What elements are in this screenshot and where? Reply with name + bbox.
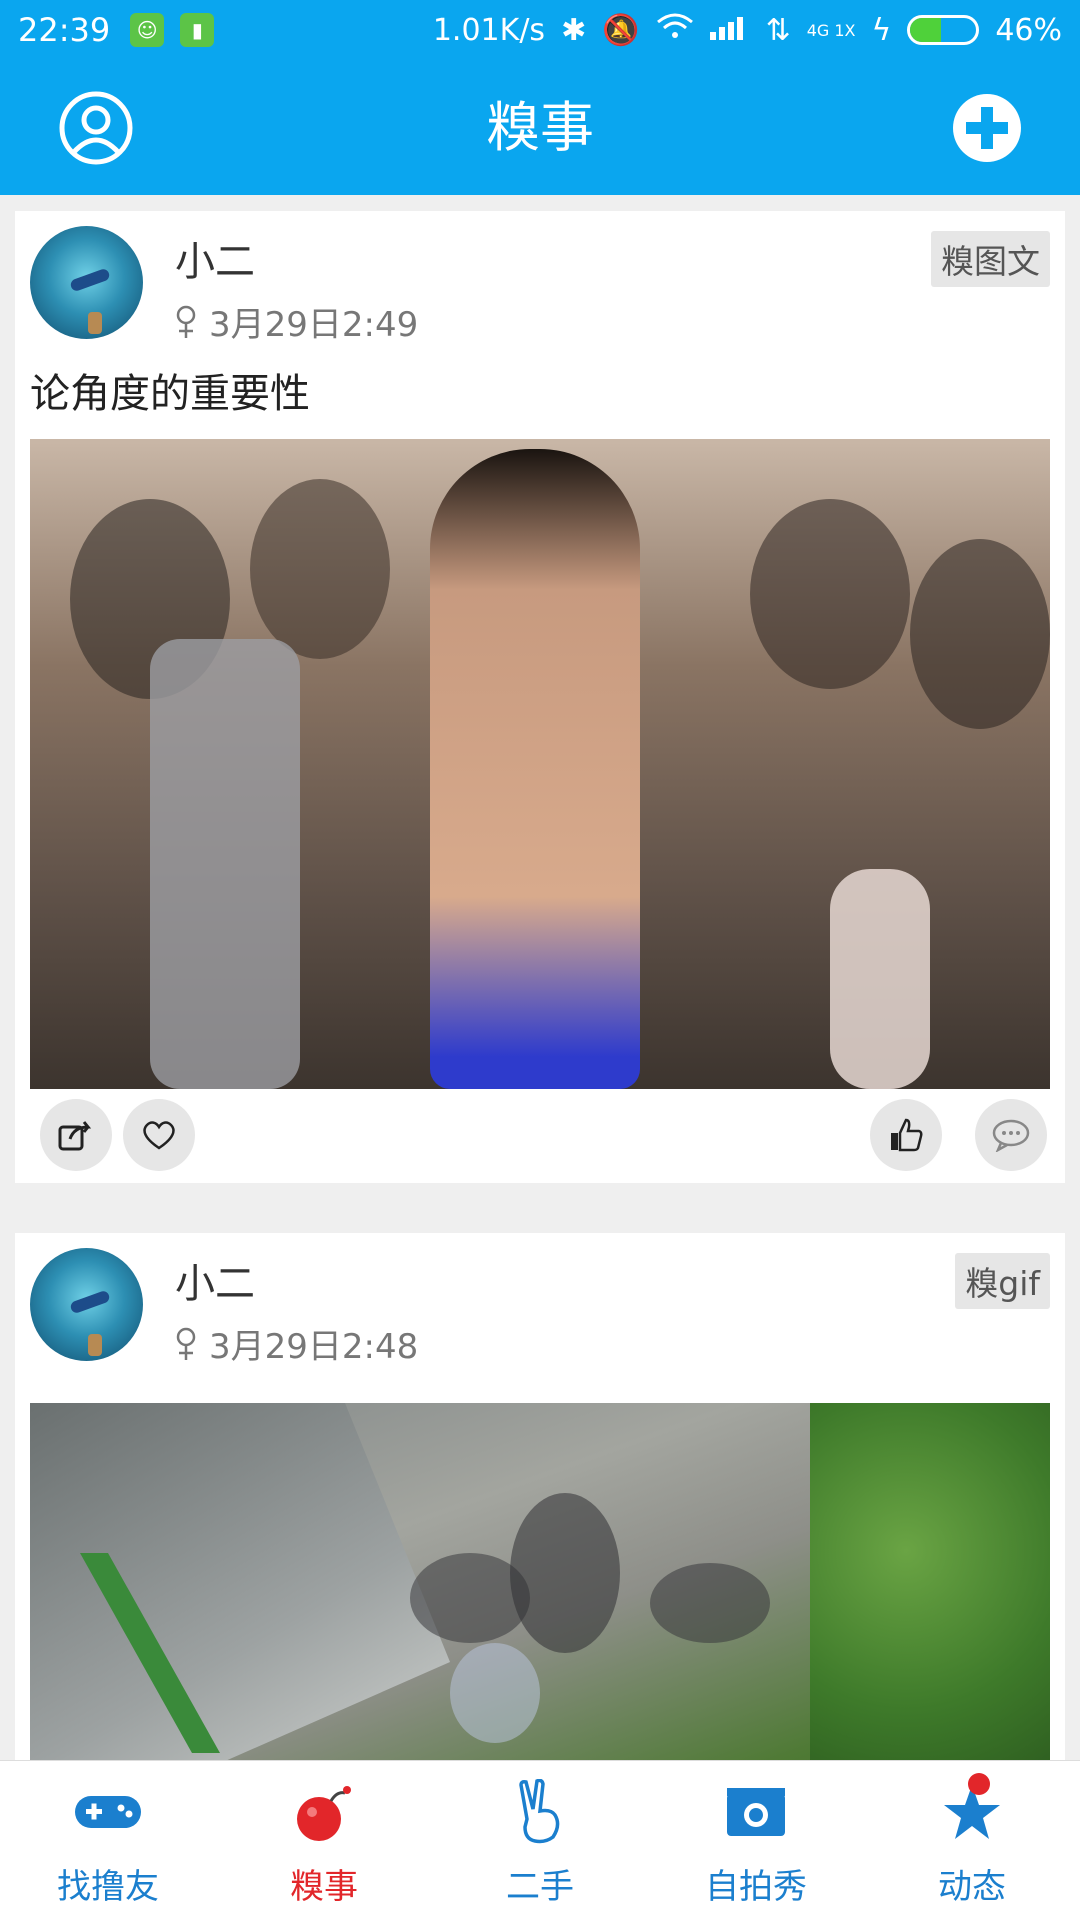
post-title[interactable]: 论角度的重要性 xyxy=(30,361,310,419)
post-meta: 3月29日2:48 xyxy=(175,1319,418,1368)
female-icon xyxy=(176,1327,196,1360)
charging-icon: ϟ xyxy=(871,12,892,48)
bomb-icon xyxy=(287,1779,361,1845)
nav-label: 动态 xyxy=(938,1867,1006,1907)
post-username[interactable]: 小二 xyxy=(175,1251,255,1309)
nav-item-qiushi[interactable]: 糗事 xyxy=(216,1761,432,1920)
post-username[interactable]: 小二 xyxy=(175,229,255,287)
post-category-tag[interactable]: 糗图文 xyxy=(931,231,1050,287)
notification-badge xyxy=(968,1773,990,1795)
wifi-icon xyxy=(656,12,694,48)
avatar[interactable] xyxy=(30,1248,143,1361)
app-bar: 糗事 xyxy=(0,60,1080,195)
mute-icon: 🔕 xyxy=(602,12,640,48)
peace-hand-icon xyxy=(503,1779,577,1845)
nav-label: 找撸友 xyxy=(57,1867,159,1907)
post-card[interactable]: 小二 3月29日2:49 糗图文 论角度的重要性 xyxy=(15,211,1065,1183)
network-speed: 1.01K/s xyxy=(432,12,546,48)
bluetooth-icon: ✱ xyxy=(561,12,587,48)
post-time: 3月29日2:48 xyxy=(209,1327,419,1367)
nav-item-second-hand[interactable]: 二手 xyxy=(432,1761,648,1920)
comment-icon[interactable] xyxy=(975,1099,1047,1171)
nav-item-activity[interactable]: 动态 xyxy=(864,1761,1080,1920)
post-category-tag[interactable]: 糗gif xyxy=(955,1253,1050,1309)
avatar[interactable] xyxy=(30,226,143,339)
like-icon[interactable] xyxy=(870,1099,942,1171)
share-icon[interactable] xyxy=(40,1099,112,1171)
add-icon[interactable] xyxy=(952,93,1022,163)
battery-notification-icon: ▮ xyxy=(180,13,215,47)
post-card[interactable]: 小二 3月29日2:48 糗gif xyxy=(15,1233,1065,1760)
status-time: 22:39 xyxy=(18,11,111,49)
nav-item-find-friends[interactable]: 找撸友 xyxy=(0,1761,216,1920)
favorite-icon[interactable] xyxy=(123,1099,195,1171)
nav-label: 自拍秀 xyxy=(705,1867,807,1907)
data-transfer-icon: ⇅ xyxy=(765,12,791,48)
camera-icon xyxy=(719,1779,793,1845)
nav-item-selfie[interactable]: 自拍秀 xyxy=(648,1761,864,1920)
status-bar: 22:39 ☺ ▮ 1.01K/s ✱ 🔕 ⇅ 4G 1X ϟ 46% xyxy=(0,0,1080,60)
feed[interactable]: 小二 3月29日2:49 糗图文 论角度的重要性 小二 3月29日2:48 糗g… xyxy=(0,195,1080,1760)
post-meta: 3月29日2:49 xyxy=(175,297,418,346)
battery-icon xyxy=(907,15,980,45)
battery-percent: 46% xyxy=(995,12,1062,48)
bottom-nav: 找撸友 糗事 二手 自拍秀 动态 xyxy=(0,1760,1080,1920)
battery-level xyxy=(910,18,941,42)
nav-label: 糗事 xyxy=(290,1867,358,1907)
nav-label: 二手 xyxy=(506,1867,574,1907)
post-time: 3月29日2:49 xyxy=(209,305,419,345)
post-image[interactable] xyxy=(30,439,1050,1089)
post-image[interactable] xyxy=(30,1403,1050,1760)
page-title: 糗事 xyxy=(486,96,594,159)
app-notification-icon: ☺ xyxy=(130,13,165,47)
female-icon xyxy=(176,305,196,338)
gamepad-icon xyxy=(71,1779,145,1845)
network-type-icon: 4G 1X xyxy=(806,20,856,40)
signal-icon xyxy=(709,13,750,48)
